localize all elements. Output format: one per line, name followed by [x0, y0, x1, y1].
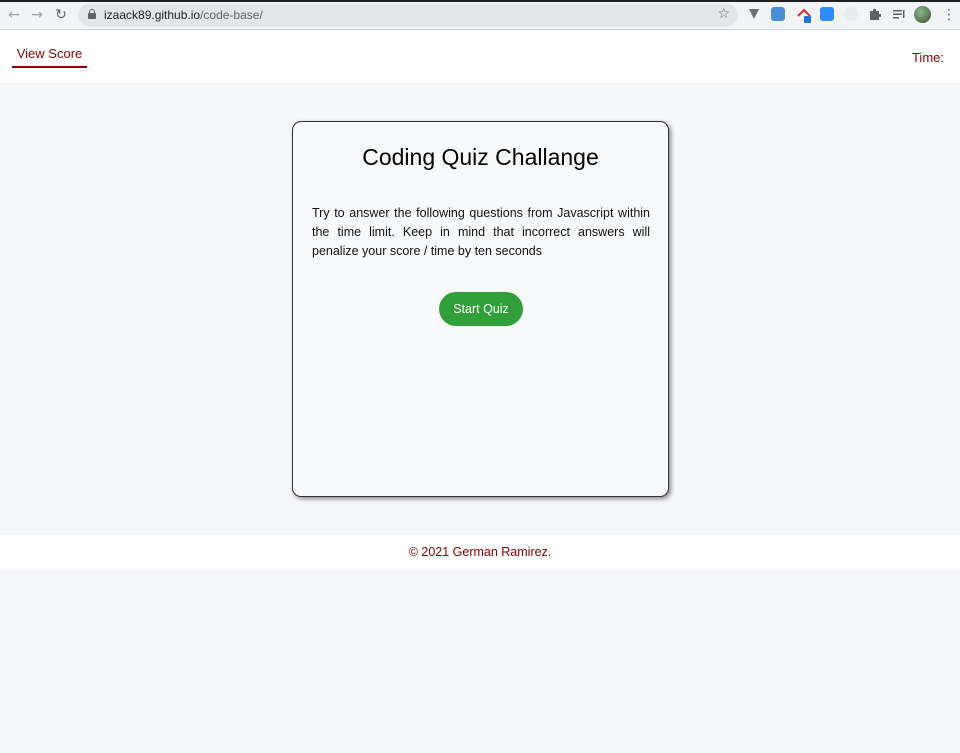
back-arrow-icon[interactable]: ←: [5, 6, 23, 24]
view-score-link[interactable]: View Score: [12, 46, 87, 68]
profile-avatar[interactable]: [914, 6, 931, 23]
forward-arrow-icon[interactable]: →: [28, 6, 46, 24]
browser-toolbar: ← → ↻ izaack89.github.io/code-base/ ☆ ⋮: [0, 0, 960, 30]
quiz-description: Try to answer the following questions fr…: [312, 206, 650, 258]
reading-list-icon[interactable]: [892, 7, 906, 21]
timer-label: Time:: [911, 50, 944, 65]
notification-extension-icon[interactable]: [796, 7, 811, 23]
extension-icon[interactable]: [844, 7, 858, 21]
puzzle-extensions-icon[interactable]: [868, 7, 882, 21]
url-path: /code-base/: [200, 8, 263, 22]
quiz-card: Coding Quiz Challange Try to answer the …: [292, 121, 669, 497]
lock-icon: [88, 9, 96, 19]
kebab-menu-icon[interactable]: ⋮: [942, 6, 956, 24]
address-bar[interactable]: izaack89.github.io/code-base/ ☆: [78, 4, 738, 26]
url-host: izaack89.github.io: [104, 8, 201, 22]
fi-extension-icon[interactable]: [771, 7, 785, 21]
zoom-extension-icon[interactable]: [820, 7, 834, 21]
page-header: View Score Time:: [0, 31, 960, 83]
page-footer: © 2021 German Ramirez.: [0, 535, 960, 570]
start-quiz-button[interactable]: Start Quiz: [439, 292, 523, 326]
reload-icon[interactable]: ↻: [52, 6, 70, 24]
star-icon[interactable]: ☆: [717, 6, 730, 22]
url-text[interactable]: izaack89.github.io/code-base/: [104, 8, 263, 22]
quiz-title: Coding Quiz Challange: [362, 144, 599, 170]
vpn-extension-icon[interactable]: [747, 7, 761, 21]
copyright-text: © 2021 German Ramirez.: [408, 545, 552, 559]
tab-strip-edge: [0, 0, 960, 2]
